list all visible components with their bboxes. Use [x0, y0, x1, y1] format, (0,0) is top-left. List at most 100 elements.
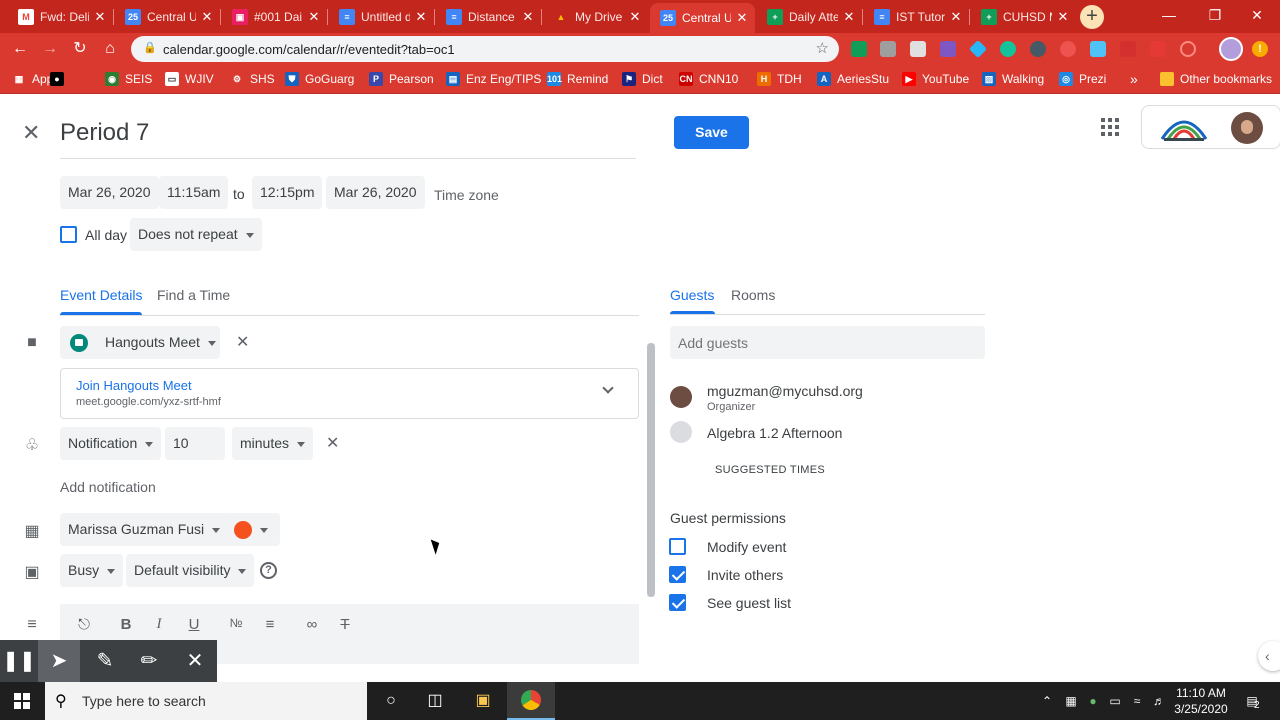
time-zone-button[interactable]: Time zone	[434, 187, 499, 203]
google-apps-icon[interactable]	[1101, 118, 1119, 136]
visibility-dropdown[interactable]: Default visibility	[126, 554, 255, 587]
wifi-icon[interactable]: ≈	[1126, 682, 1148, 720]
browser-tab[interactable]: ≡ Untitled d ✕	[329, 3, 434, 31]
update-warning-icon[interactable]: !	[1252, 41, 1268, 57]
browser-tab[interactable]: + CUHSD M ✕	[971, 3, 1076, 31]
browser-tab[interactable]: ▲ My Drive ✕	[543, 3, 648, 31]
profile-avatar[interactable]	[1219, 37, 1243, 61]
remove-notification-icon[interactable]: ✕	[326, 436, 339, 452]
remove-formatting-icon[interactable]: T	[334, 616, 356, 633]
notification-center-icon[interactable]: ▤	[1240, 682, 1264, 720]
modify-event-checkbox[interactable]	[669, 538, 686, 555]
start-date-picker[interactable]: Mar 26, 2020	[60, 176, 159, 209]
save-button[interactable]: Save	[674, 116, 749, 149]
tab-event-details[interactable]: Event Details	[60, 287, 142, 303]
taskbar-clock[interactable]: 11:10 AM 3/25/2020	[1168, 685, 1234, 717]
bookmark-item[interactable]: ◉ SEIS	[105, 71, 152, 87]
task-view-icon[interactable]: ◫	[411, 682, 459, 720]
close-tab-icon[interactable]: ✕	[628, 9, 642, 25]
restore-window-button[interactable]: ❐	[1192, 0, 1238, 30]
close-icon[interactable]: ✕	[22, 122, 40, 144]
extension-icon[interactable]	[910, 41, 926, 57]
meet-link-card[interactable]: Join Hangouts Meet meet.google.com/yxz-s…	[60, 368, 639, 419]
file-explorer-icon[interactable]: ▣	[459, 682, 507, 720]
join-meet-link[interactable]: Join Hangouts Meet	[76, 378, 192, 393]
browser-tab[interactable]: ▣ #001 Dai ✕	[222, 3, 327, 31]
notification-type-dropdown[interactable]: Notification	[60, 427, 162, 460]
extension-icon[interactable]	[1090, 41, 1106, 57]
close-tab-icon[interactable]: ✕	[949, 9, 963, 25]
close-window-button[interactable]: ✕	[1234, 0, 1280, 30]
extension-icon[interactable]	[1030, 41, 1046, 57]
numbered-list-icon[interactable]: №	[225, 616, 247, 630]
pdf-extension-icon[interactable]	[1120, 41, 1136, 57]
see-guest-list-checkbox[interactable]	[669, 594, 686, 611]
browser-tab[interactable]: ≡ IST Tutor ✕	[864, 3, 969, 31]
calendar-owner-dropdown[interactable]: Marissa Guzman Fusi	[60, 513, 229, 546]
extension-icon[interactable]	[1180, 41, 1196, 57]
bookmark-item[interactable]: ◎ Prezi	[1059, 71, 1106, 87]
start-time-picker[interactable]: 11:15am	[159, 176, 229, 209]
browser-tab[interactable]: ≡ Distance ✕	[436, 3, 541, 31]
end-time-picker[interactable]: 12:15pm	[252, 176, 323, 209]
add-guests-input[interactable]	[670, 326, 985, 359]
pointer-tool-icon[interactable]: ➤	[38, 640, 80, 682]
windows-start-icon[interactable]	[14, 693, 30, 709]
cortana-icon[interactable]: ○	[367, 682, 415, 720]
screenshot-extension-icon[interactable]	[880, 41, 896, 57]
tray-app-icon[interactable]: ●	[1082, 682, 1104, 720]
close-tab-icon[interactable]: ✕	[414, 9, 428, 25]
repeat-dropdown[interactable]: Does not repeat	[130, 218, 262, 251]
help-icon[interactable]: ?	[260, 562, 277, 579]
all-day-checkbox[interactable]	[60, 226, 77, 243]
back-arrow-icon[interactable]: ←	[8, 37, 32, 61]
minimize-window-button[interactable]: —	[1146, 0, 1192, 30]
underline-icon[interactable]: U	[183, 616, 205, 633]
notification-value-input[interactable]: 10	[165, 427, 225, 460]
pause-icon[interactable]: ❚❚	[0, 640, 38, 682]
extension-icon[interactable]	[940, 41, 956, 57]
taskbar-search-box[interactable]: ⚲ Type here to search	[45, 682, 367, 720]
tab-find-a-time[interactable]: Find a Time	[157, 287, 230, 303]
extension-icon[interactable]	[1060, 41, 1076, 57]
address-url[interactable]: calendar.google.com/calendar/r/eventedit…	[163, 42, 455, 57]
notification-unit-dropdown[interactable]: minutes	[232, 427, 314, 460]
bookmark-item[interactable]: ●	[50, 71, 70, 87]
tab-guests[interactable]: Guests	[670, 287, 714, 303]
tab-rooms[interactable]: Rooms	[731, 287, 775, 303]
close-tab-icon[interactable]: ✕	[93, 9, 107, 25]
invite-others-checkbox[interactable]	[669, 566, 686, 583]
drive-extension-icon[interactable]	[851, 41, 867, 57]
tray-overflow-icon[interactable]: ⌃	[1038, 682, 1056, 720]
home-icon[interactable]: ⌂	[98, 37, 122, 61]
bookmark-item[interactable]: ▶ YouTube	[902, 71, 969, 87]
grammarly-icon[interactable]	[1000, 41, 1016, 57]
close-tab-icon[interactable]: ✕	[521, 9, 535, 25]
browser-tab[interactable]: + Daily Atte ✕	[757, 3, 862, 31]
highlighter-tool-icon[interactable]: ✏	[128, 640, 170, 682]
browser-tab[interactable]: M Fwd: Deli ✕	[8, 3, 113, 31]
italic-icon[interactable]: I	[148, 616, 170, 633]
bulleted-list-icon[interactable]: ≡	[259, 616, 281, 633]
bold-icon[interactable]: B	[115, 616, 137, 633]
bookmark-item[interactable]: ▨ Walking	[982, 71, 1044, 87]
bookmark-item[interactable]: 101 Remind	[547, 71, 608, 87]
bookmark-item[interactable]: ▤ Enz Eng/TIPS	[446, 71, 541, 87]
bookmark-item[interactable]: A AeriesStu	[817, 71, 889, 87]
close-toolbar-icon[interactable]: ✕	[174, 640, 216, 682]
bookmark-item[interactable]: H TDH	[757, 71, 802, 87]
bookmark-item[interactable]: ▭ WJIV	[165, 71, 214, 87]
bookmark-item[interactable]: ⛊ GoGuarg	[285, 71, 354, 87]
extension-icon[interactable]	[968, 39, 988, 59]
forward-arrow-icon[interactable]: →	[38, 37, 62, 61]
link-icon[interactable]: ∞	[301, 616, 323, 633]
add-notification-link[interactable]: Add notification	[60, 479, 156, 495]
close-tab-icon[interactable]: ✕	[842, 9, 856, 25]
account-switcher[interactable]	[1141, 105, 1280, 149]
close-tab-icon[interactable]: ✕	[307, 9, 321, 25]
other-bookmarks-folder[interactable]: Other bookmarks	[1160, 71, 1272, 87]
remove-conference-icon[interactable]: ✕	[236, 335, 249, 351]
event-title-input[interactable]: Period 7	[60, 119, 636, 159]
end-date-picker[interactable]: Mar 26, 2020	[326, 176, 425, 209]
chrome-taskbar-icon[interactable]	[507, 682, 555, 720]
